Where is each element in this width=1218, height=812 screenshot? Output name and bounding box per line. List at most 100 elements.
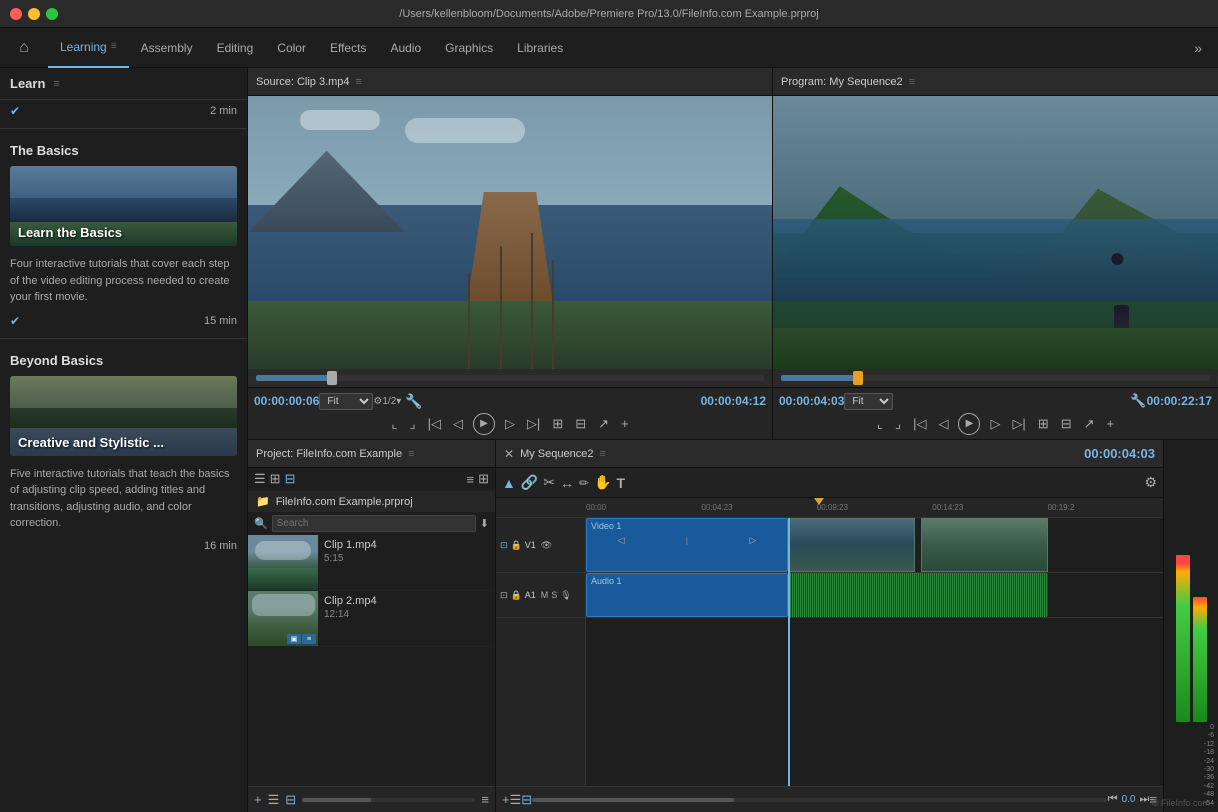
seq-goto-start-button[interactable]: ⏮ [1108, 793, 1118, 806]
seq-add-track-button[interactable]: + [502, 792, 510, 807]
source-wrench-icon[interactable]: 🔧 [405, 393, 422, 410]
program-insert-button[interactable]: ⊞ [1036, 414, 1051, 434]
source-goto-in-button[interactable]: |◁ [426, 414, 443, 434]
project-import-button[interactable]: ⬇ [480, 517, 489, 530]
tab-assembly[interactable]: Assembly [129, 28, 205, 68]
source-goto-out-button[interactable]: ▷| [525, 414, 542, 434]
program-export-button[interactable]: ↗ [1082, 414, 1097, 434]
a1-mic-button[interactable]: 🎙 [560, 590, 571, 601]
text-tool-button[interactable]: T [617, 475, 626, 491]
learn-basics-thumbnail[interactable]: Learn the Basics [10, 166, 237, 246]
program-more-button[interactable]: + [1105, 414, 1117, 433]
program-mark-in-button[interactable]: ⌞ [875, 414, 885, 434]
program-play-button[interactable]: ▶ [958, 413, 980, 435]
sequence-close-button[interactable]: ✕ [504, 447, 514, 461]
a1-sync-button[interactable]: ⊡ [500, 590, 508, 601]
creative-thumbnail[interactable]: Creative and Stylistic ... [10, 376, 237, 456]
source-more-button[interactable]: + [619, 414, 631, 433]
project-list-view-button[interactable]: ☰ [254, 471, 266, 487]
ripple-edit-button[interactable]: 🔗 [521, 474, 538, 491]
source-mark-in-button[interactable]: ⌞ [389, 414, 399, 434]
a1-mute-button[interactable]: M [541, 590, 549, 600]
source-insert-button[interactable]: ⊞ [550, 414, 565, 434]
video-clip-2[interactable] [921, 518, 1048, 572]
basics-check-icon: ✔ [10, 314, 20, 328]
video-clip-blue[interactable]: Video 1 ◁ | ▷ [586, 518, 788, 572]
source-panel-menu[interactable]: ≡ [356, 76, 362, 88]
seq-settings-button[interactable]: ☰ [510, 792, 522, 808]
project-icon-btn[interactable]: ⊟ [285, 792, 296, 808]
tab-editing[interactable]: Editing [205, 28, 266, 68]
program-goto-in-button[interactable]: |◁ [911, 414, 928, 434]
close-window-button[interactable] [10, 8, 22, 20]
pen-tool-button[interactable]: ✏ [579, 476, 589, 490]
clip-2-btn-2[interactable]: ≡ [302, 634, 316, 644]
project-settings-button[interactable]: ⊞ [478, 471, 489, 487]
source-export-button[interactable]: ↗ [596, 414, 611, 434]
v1-lock-button[interactable]: 🔒 [511, 540, 522, 551]
selection-tool-button[interactable]: ▲ [502, 475, 516, 491]
razor-tool-button[interactable]: ✂ [543, 474, 555, 491]
program-mark-out-button[interactable]: ⌟ [893, 414, 903, 434]
seq-icon-button[interactable]: ⊟ [521, 792, 532, 808]
tab-color[interactable]: Color [265, 28, 318, 68]
program-panel-menu[interactable]: ≡ [909, 76, 915, 88]
program-step-fwd-button[interactable]: ▷ [988, 414, 1002, 434]
program-fit-select[interactable]: Fit Full 25% [844, 393, 893, 410]
tab-effects[interactable]: Effects [318, 28, 378, 68]
program-overwrite-button[interactable]: ⊟ [1059, 414, 1074, 434]
source-step-back-button[interactable]: ◁ [451, 414, 465, 434]
project-zoom-slider[interactable] [302, 798, 475, 802]
seq-zoom-slider[interactable] [532, 798, 1108, 802]
project-grid-view-button[interactable]: ⊞ [270, 471, 281, 487]
v1-eye-button[interactable]: 👁 [541, 540, 552, 551]
tab-learning[interactable]: Learning ≡ [48, 28, 129, 68]
source-fit-select[interactable]: Fit 25% 50% 100% [319, 393, 373, 410]
hand-tool-button[interactable]: ✋ [594, 474, 611, 491]
clip-nav-left[interactable]: ◁ [618, 535, 625, 546]
program-scrubbar[interactable] [773, 369, 1218, 387]
slip-tool-button[interactable]: ↔ [560, 475, 574, 491]
project-panel-menu[interactable]: ≡ [408, 448, 414, 460]
more-workspaces-button[interactable]: » [1186, 40, 1210, 56]
minimize-window-button[interactable] [28, 8, 40, 20]
project-list-btn[interactable]: ☰ [268, 792, 280, 808]
project-icon-view-button[interactable]: ⊟ [285, 471, 296, 487]
audio-waveform-clip[interactable] [788, 573, 1048, 617]
tab-audio[interactable]: Audio [378, 28, 433, 68]
sequence-tab-menu[interactable]: ≡ [599, 448, 605, 460]
window-controls[interactable] [10, 8, 58, 20]
learn-panel-menu[interactable]: ≡ [53, 78, 59, 90]
project-more-btn[interactable]: ≡ [481, 792, 489, 807]
project-free-form-button[interactable]: ≡ [467, 472, 475, 487]
sequence-settings-button[interactable]: ⚙ [1144, 474, 1157, 491]
tab-libraries[interactable]: Libraries [505, 28, 575, 68]
clip-nav-right[interactable]: ▷ [749, 535, 756, 546]
list-item[interactable]: Clip 1.mp4 5:15 [248, 535, 495, 591]
source-fraction-select[interactable]: ▾ [396, 396, 401, 407]
video-clip-1[interactable] [788, 518, 915, 572]
a1-solo-button[interactable]: S [551, 590, 557, 600]
tab-learning-menu[interactable]: ≡ [111, 41, 117, 52]
source-scrubbar[interactable] [248, 369, 772, 387]
clip-2-btn-1[interactable]: ▣ [287, 634, 301, 644]
source-settings-icon[interactable]: ⚙ [373, 396, 382, 407]
program-wrench-icon[interactable]: 🔧 [1130, 393, 1146, 409]
source-overwrite-button[interactable]: ⊟ [573, 414, 588, 434]
list-item[interactable]: ▣ ≡ Clip 2.mp4 12:14 [248, 591, 495, 647]
source-step-fwd-button[interactable]: ▷ [503, 414, 517, 434]
search-input[interactable] [272, 515, 476, 532]
project-new-bin-button[interactable]: + [254, 792, 262, 807]
program-step-back-button[interactable]: ◁ [936, 414, 950, 434]
home-button[interactable]: ⌂ [8, 32, 40, 64]
seq-more-button[interactable]: ≡ [1149, 792, 1157, 807]
source-play-button[interactable]: ▶ [473, 413, 495, 435]
program-goto-out-button[interactable]: ▷| [1010, 414, 1027, 434]
seq-goto-end-button[interactable]: ⏭ [1140, 793, 1150, 806]
source-mark-out-button[interactable]: ⌟ [407, 414, 417, 434]
a1-lock-button[interactable]: 🔒 [511, 590, 522, 601]
maximize-window-button[interactable] [46, 8, 58, 20]
v1-sync-button[interactable]: ⊡ [500, 540, 508, 551]
tab-graphics[interactable]: Graphics [433, 28, 505, 68]
audio-clip-blue[interactable]: Audio 1 [586, 573, 788, 617]
